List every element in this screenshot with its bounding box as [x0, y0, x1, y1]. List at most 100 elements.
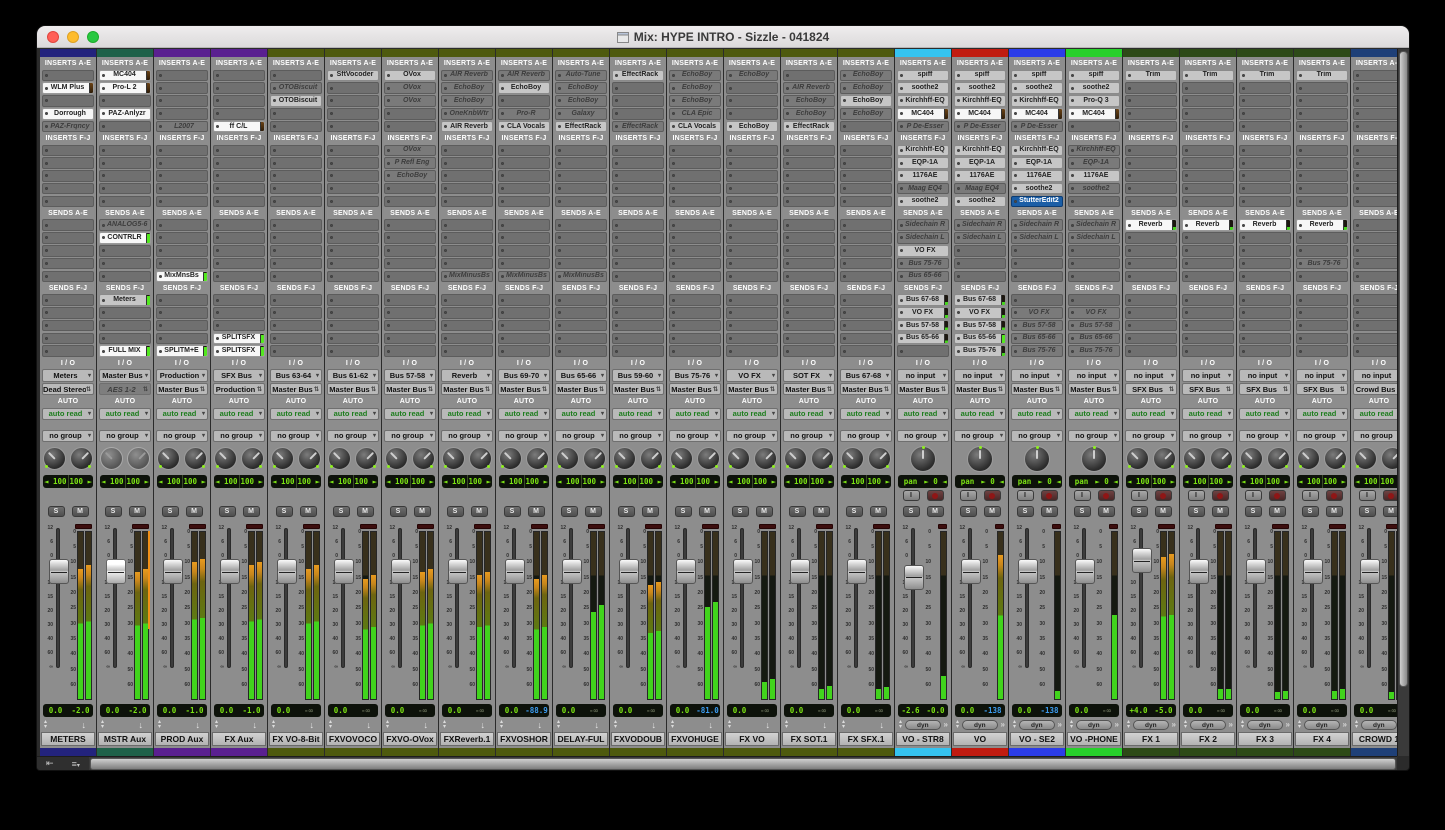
send-slot[interactable]: ·: [555, 320, 607, 332]
send-slot[interactable]: ·: [441, 294, 493, 306]
insert-slot[interactable]: ·: [498, 170, 550, 182]
pan-knob-l[interactable]: [1240, 447, 1263, 470]
track-name[interactable]: FXVODOUB: [611, 732, 665, 746]
insert-slot[interactable]: Pro-R: [498, 108, 550, 120]
insert-slot[interactable]: spiff: [1011, 70, 1063, 82]
solo-button[interactable]: S: [504, 506, 521, 517]
send-slot[interactable]: ·: [840, 271, 892, 283]
send-slot[interactable]: MixMinusBs: [441, 271, 493, 283]
pan-knob-l[interactable]: [157, 447, 180, 470]
mute-button[interactable]: M: [471, 506, 488, 517]
send-slot[interactable]: ·: [1125, 320, 1177, 332]
pan-knob-l[interactable]: [100, 447, 123, 470]
down-arrow-icon[interactable]: ↓: [253, 720, 258, 730]
fader-cap[interactable]: [847, 559, 867, 584]
send-slot[interactable]: MixMinusBs: [555, 271, 607, 283]
send-slot[interactable]: ·: [384, 271, 436, 283]
group-selector[interactable]: no group▾: [612, 430, 664, 443]
send-slot[interactable]: ·: [783, 320, 835, 332]
solo-button[interactable]: S: [960, 506, 977, 517]
insert-slot[interactable]: ·: [99, 145, 151, 157]
fader-cap[interactable]: [1132, 548, 1152, 573]
output-selector[interactable]: AES 1-2⇅: [99, 383, 151, 396]
send-slot[interactable]: ·: [1125, 258, 1177, 270]
insert-slot[interactable]: Maag EQ4: [897, 183, 949, 195]
dyn-button[interactable]: dyn: [1133, 720, 1169, 730]
send-slot[interactable]: ·: [612, 232, 664, 244]
insert-slot[interactable]: ·: [1239, 157, 1291, 169]
mute-button[interactable]: M: [300, 506, 317, 517]
send-slot[interactable]: ·: [270, 294, 322, 306]
insert-slot[interactable]: Kirchhff-EQ: [954, 95, 1006, 107]
insert-slot[interactable]: ·: [327, 121, 379, 133]
nudge-spinner-icon[interactable]: ▴▾: [101, 720, 104, 730]
send-slot[interactable]: ·: [213, 320, 265, 332]
automation-mode-selector[interactable]: auto read▾: [327, 408, 379, 421]
insert-slot[interactable]: ·: [612, 145, 664, 157]
insert-slot[interactable]: EffectRack: [783, 121, 835, 133]
send-slot[interactable]: ·: [1296, 245, 1348, 257]
send-slot[interactable]: ·: [1182, 333, 1234, 345]
pan-display[interactable]: ◄ 100100 ►: [670, 475, 720, 488]
pan-display[interactable]: pan► 0 ◄: [898, 475, 948, 488]
fader-track[interactable]: [284, 528, 288, 668]
insert-slot[interactable]: ·: [1125, 170, 1177, 182]
vertical-scroll-thumb[interactable]: [1399, 51, 1408, 687]
send-slot[interactable]: ·: [840, 333, 892, 345]
send-slot[interactable]: ·: [783, 232, 835, 244]
insert-slot[interactable]: ·: [327, 196, 379, 208]
insert-slot[interactable]: ·: [1296, 170, 1348, 182]
send-slot[interactable]: ·: [270, 232, 322, 244]
input-selector[interactable]: Master Bus▾: [99, 369, 151, 382]
solo-button[interactable]: S: [1359, 506, 1376, 517]
send-slot[interactable]: Reverb: [1239, 219, 1291, 231]
group-selector[interactable]: no group▾: [1182, 430, 1234, 443]
output-selector[interactable]: Master Bus⇅: [384, 383, 436, 396]
insert-slot[interactable]: ·: [213, 183, 265, 195]
insert-slot[interactable]: ·: [156, 145, 208, 157]
input-selector[interactable]: Bus 61-62▾: [327, 369, 379, 382]
insert-slot[interactable]: ·: [783, 157, 835, 169]
input-selector[interactable]: no input▾: [1011, 369, 1063, 382]
insert-slot[interactable]: Kirchhff-EQ: [897, 95, 949, 107]
insert-slot[interactable]: 1176AE: [1011, 170, 1063, 182]
pan-display[interactable]: ◄ 100100 ►: [1297, 475, 1347, 488]
insert-slot[interactable]: ·: [99, 170, 151, 182]
send-slot[interactable]: ·: [156, 294, 208, 306]
input-selector[interactable]: no input▾: [1239, 369, 1291, 382]
insert-slot[interactable]: ·: [783, 196, 835, 208]
send-slot[interactable]: ·: [669, 258, 721, 270]
mute-button[interactable]: M: [243, 506, 260, 517]
send-slot[interactable]: ·: [1296, 307, 1348, 319]
input-selector[interactable]: Bus 59-60▾: [612, 369, 664, 382]
track-name[interactable]: VO -PHONE: [1067, 732, 1121, 746]
send-slot[interactable]: ·: [384, 307, 436, 319]
send-slot[interactable]: ·: [612, 271, 664, 283]
pan-display[interactable]: ◄ 100100 ►: [784, 475, 834, 488]
pan-display[interactable]: ◄ 100100 ►: [727, 475, 777, 488]
input-selector[interactable]: Meters▾: [42, 369, 94, 382]
output-selector[interactable]: Master Bus⇅: [498, 383, 550, 396]
track-name[interactable]: FX 2: [1181, 732, 1235, 746]
send-slot[interactable]: ·: [42, 333, 94, 345]
track-name[interactable]: FX 4: [1295, 732, 1349, 746]
insert-slot[interactable]: ·: [840, 157, 892, 169]
send-slot[interactable]: ·: [669, 320, 721, 332]
insert-slot[interactable]: soothe2: [897, 196, 949, 208]
send-slot[interactable]: VO FX: [1011, 307, 1063, 319]
send-slot[interactable]: ·: [327, 271, 379, 283]
insert-slot[interactable]: ·: [1125, 183, 1177, 195]
vertical-scrollbar[interactable]: [1397, 49, 1409, 756]
send-slot[interactable]: ·: [327, 219, 379, 231]
pan-display[interactable]: ◄ 100100 ►: [328, 475, 378, 488]
pan-knob-l[interactable]: [328, 447, 351, 470]
insert-slot[interactable]: ·: [726, 196, 778, 208]
nudge-spinner-icon[interactable]: ▴▾: [557, 720, 560, 730]
insert-slot[interactable]: CLA Vocals: [498, 121, 550, 133]
insert-slot[interactable]: ·: [270, 196, 322, 208]
insert-slot[interactable]: EchoBoy: [669, 70, 721, 82]
insert-slot[interactable]: EchoBoy: [555, 95, 607, 107]
send-slot[interactable]: ·: [612, 245, 664, 257]
mute-button[interactable]: M: [357, 506, 374, 517]
send-slot[interactable]: ·: [783, 258, 835, 270]
